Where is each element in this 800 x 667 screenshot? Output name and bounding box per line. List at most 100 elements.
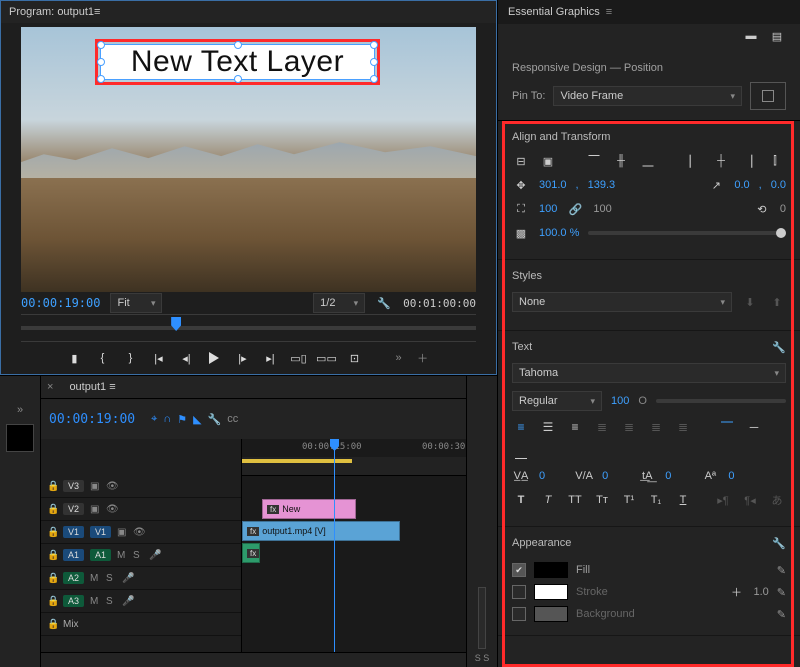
- mark-in-bracket-icon[interactable]: {: [95, 351, 109, 365]
- resize-handle-tc[interactable]: [234, 41, 242, 49]
- toggle-output-icon[interactable]: ▣: [90, 504, 100, 515]
- settings-wrench-icon[interactable]: 🔧: [375, 295, 393, 311]
- lift-icon[interactable]: ▭▯: [291, 351, 305, 365]
- tracking-value[interactable]: 0: [539, 470, 545, 482]
- leading-value[interactable]: 0: [665, 470, 671, 482]
- resize-handle-bl[interactable]: [97, 75, 105, 83]
- transport-add-icon[interactable]: ＋: [416, 351, 430, 365]
- text-align-left-icon[interactable]: ≡: [512, 419, 530, 435]
- close-tab-button[interactable]: ×: [41, 381, 59, 393]
- go-to-out-icon[interactable]: ▸|: [263, 351, 277, 365]
- timeline-add-marker-icon[interactable]: ◣: [193, 413, 201, 426]
- lock-icon[interactable]: 🔒: [47, 596, 57, 607]
- text-layer-content[interactable]: New Text Layer: [131, 47, 344, 77]
- appearance-settings-icon[interactable]: 🔧: [772, 537, 786, 550]
- transport-more-icon[interactable]: »: [395, 352, 401, 364]
- resize-handle-mr[interactable]: [370, 58, 378, 66]
- text-justify-last-center-icon[interactable]: ≣: [620, 419, 638, 435]
- pin-edges-widget[interactable]: [750, 82, 786, 110]
- timeline-tab[interactable]: output1 ≡: [59, 381, 125, 393]
- small-caps-icon[interactable]: Tᴛ: [593, 492, 611, 508]
- position-y[interactable]: 139.3: [588, 179, 616, 191]
- eye-icon[interactable]: 👁: [133, 527, 143, 538]
- superscript-icon[interactable]: T¹: [620, 492, 638, 508]
- tategaki-icon[interactable]: あ: [768, 492, 786, 508]
- rotation-value[interactable]: 0: [780, 203, 786, 215]
- background-checkbox[interactable]: [512, 607, 526, 621]
- text-justify-last-left-icon[interactable]: ≣: [593, 419, 611, 435]
- audio-clip[interactable]: fx: [242, 543, 260, 563]
- mark-in-icon[interactable]: ▮: [67, 351, 81, 365]
- linked-selection-icon[interactable]: ∩: [163, 413, 171, 425]
- lock-icon[interactable]: 🔒: [47, 573, 57, 584]
- add-stroke-icon[interactable]: ＋: [727, 584, 745, 600]
- eye-icon[interactable]: 👁: [106, 481, 116, 492]
- play-button[interactable]: [207, 351, 221, 365]
- timeline-content[interactable]: 00:00:15:00 00:00:30:1 fxNew fxoutput1.m…: [242, 439, 466, 652]
- timeline-wrench-icon[interactable]: 🔧: [208, 413, 222, 426]
- style-push-icon[interactable]: ⬇: [741, 294, 759, 310]
- fill-swatch[interactable]: [534, 562, 568, 578]
- resize-handle-br[interactable]: [370, 75, 378, 83]
- align-left-icon[interactable]: ⊟: [512, 153, 530, 169]
- track-header-mix[interactable]: 🔒Mix: [41, 613, 241, 636]
- font-size-slider[interactable]: [656, 399, 786, 403]
- align-vbottom-icon[interactable]: ⎽: [639, 153, 657, 169]
- scale-h-value[interactable]: 100: [593, 203, 611, 215]
- background-swatch[interactable]: [534, 606, 568, 622]
- solo-icon[interactable]: S: [106, 573, 116, 584]
- mark-out-bracket-icon[interactable]: }: [123, 351, 137, 365]
- track-header-v1[interactable]: 🔒V1V1▣👁: [41, 521, 241, 544]
- faux-italic-icon[interactable]: T: [539, 492, 557, 508]
- voiceover-icon[interactable]: 🎤: [122, 596, 132, 607]
- text-top-align-icon[interactable]: ⎺: [718, 419, 736, 435]
- font-size[interactable]: 100: [611, 395, 629, 407]
- style-select[interactable]: None▾: [512, 292, 732, 312]
- time-ruler[interactable]: 00:00:15:00 00:00:30:1: [242, 439, 466, 457]
- font-family-select[interactable]: Tahoma▾: [512, 363, 786, 383]
- timeline-cc-icon[interactable]: cc: [227, 413, 238, 425]
- source-chevron-icon[interactable]: »: [11, 402, 29, 418]
- align-hright-icon[interactable]: ▕: [739, 153, 757, 169]
- all-caps-icon[interactable]: TT: [566, 492, 584, 508]
- panel-menu-icon[interactable]: ≡: [94, 6, 100, 18]
- timeline-scrollbar[interactable]: [41, 652, 466, 667]
- lock-icon[interactable]: 🔒: [47, 504, 57, 515]
- text-bottom-align-icon[interactable]: ⎽: [512, 444, 530, 460]
- extract-icon[interactable]: ▭▭: [319, 351, 333, 365]
- resize-handle-ml[interactable]: [97, 58, 105, 66]
- faux-bold-icon[interactable]: T: [512, 492, 530, 508]
- slider-knob[interactable]: [776, 228, 786, 238]
- panel-menu-icon[interactable]: ≡: [606, 6, 612, 18]
- text-middle-align-icon[interactable]: ─: [745, 419, 763, 435]
- track-header-a2[interactable]: 🔒A2MS🎤: [41, 567, 241, 590]
- resize-handle-tr[interactable]: [370, 41, 378, 49]
- lock-icon[interactable]: 🔒: [47, 619, 57, 630]
- track-header-a1[interactable]: 🔒A1A1MS🎤: [41, 544, 241, 567]
- opacity-slider[interactable]: [588, 231, 786, 235]
- font-style-select[interactable]: Regular▾: [512, 391, 602, 411]
- new-layer-icon[interactable]: ▤: [768, 28, 786, 44]
- snap-icon[interactable]: ⌖: [151, 413, 157, 426]
- timeline-playhead-line[interactable]: [334, 439, 335, 652]
- align-vtop-icon[interactable]: ⎺: [585, 153, 603, 169]
- scale-value[interactable]: 100: [539, 203, 557, 215]
- opacity-value[interactable]: 100.0 %: [539, 227, 579, 239]
- lock-icon[interactable]: 🔒: [47, 481, 57, 492]
- resolution-select[interactable]: 1/2▾: [313, 293, 365, 313]
- step-forward-icon[interactable]: |▸: [235, 351, 249, 365]
- program-scrubber[interactable]: [21, 314, 476, 342]
- mute-icon[interactable]: M: [90, 596, 100, 607]
- toggle-output-icon[interactable]: ▣: [117, 527, 127, 538]
- underline-icon[interactable]: T: [674, 492, 692, 508]
- link-scale-icon[interactable]: 🔗: [566, 201, 584, 217]
- source-thumbnail[interactable]: [6, 424, 34, 452]
- timeline-current-time[interactable]: 00:00:19:00: [49, 412, 135, 427]
- new-folder-icon[interactable]: ▬: [742, 28, 760, 44]
- anchor-x[interactable]: 0.0: [734, 179, 749, 191]
- video-preview[interactable]: New Text Layer: [21, 27, 476, 292]
- align-vcenter-icon[interactable]: ╫: [612, 153, 630, 169]
- voiceover-icon[interactable]: 🎤: [122, 573, 132, 584]
- solo-icon[interactable]: S: [133, 550, 143, 561]
- eye-icon[interactable]: 👁: [106, 504, 116, 515]
